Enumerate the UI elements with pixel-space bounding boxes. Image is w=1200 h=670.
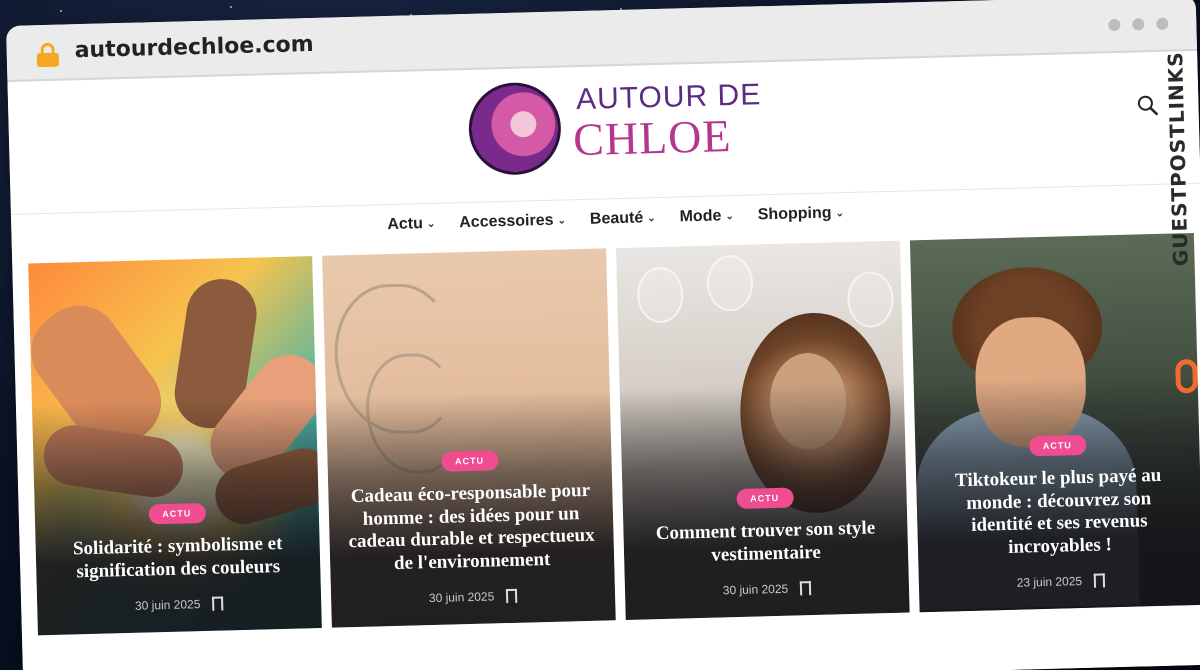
bookmark-icon[interactable] (212, 596, 224, 611)
search-icon[interactable] (1136, 94, 1159, 117)
category-badge[interactable]: ACTU (148, 503, 206, 525)
article-date: 30 juin 2025 (134, 597, 201, 613)
star (60, 10, 62, 12)
nav-item-shopping[interactable]: Shopping ⌄ (758, 204, 845, 224)
website: AUTOUR DE CHLOE Actu ⌄ Accessoires ⌄ Bea… (7, 52, 1200, 670)
article-card[interactable]: ACTU Cadeau éco-responsable pour homme :… (322, 248, 616, 628)
nav-item-mode[interactable]: Mode ⌄ (679, 207, 734, 226)
article-card[interactable]: ACTU Comment trouver son style vestiment… (616, 240, 910, 620)
site-logo[interactable]: AUTOUR DE CHLOE (467, 74, 770, 178)
bookmark-icon[interactable] (506, 588, 518, 604)
article-card[interactable]: ACTU Tiktokeur le plus payé au monde : d… (909, 232, 1200, 613)
article-date: 30 juin 2025 (428, 589, 495, 606)
logo-text-bottom: CHLOE (572, 110, 733, 166)
nav-label: Mode (679, 207, 722, 226)
nav-label: Shopping (757, 204, 832, 224)
bookmark-icon[interactable] (799, 581, 812, 596)
category-badge[interactable]: ACTU (735, 487, 794, 510)
nav-label: Beauté (589, 209, 644, 228)
url-text[interactable]: autourdechloe.com (74, 32, 314, 63)
chevron-down-icon: ⌄ (725, 210, 734, 222)
article-title[interactable]: Cadeau éco-responsable pour homme : des … (346, 480, 596, 578)
nav-item-accessoires[interactable]: Accessoires ⌄ (459, 211, 566, 232)
window-dot[interactable] (1132, 18, 1145, 31)
window-dot[interactable] (1156, 17, 1169, 30)
window-dot[interactable] (1108, 18, 1121, 32)
chevron-down-icon: ⌄ (426, 218, 436, 230)
lock-icon (36, 42, 60, 68)
nav-label: Actu (387, 215, 424, 234)
article-title[interactable]: Solidarité : symbolisme et signification… (53, 533, 302, 585)
link-icon (1175, 358, 1199, 394)
window-controls (1108, 17, 1169, 32)
category-badge[interactable]: ACTU (1028, 434, 1087, 457)
browser-window: autourdechloe.com AUTOUR DE CHLOE Actu ⌄… (6, 0, 1200, 670)
category-badge[interactable]: ACTU (440, 450, 499, 472)
featured-articles: ACTU Solidarité : symbolisme et signific… (28, 232, 1200, 636)
chevron-down-icon: ⌄ (835, 207, 845, 219)
article-date: 30 juin 2025 (722, 581, 789, 598)
chevron-down-icon: ⌄ (557, 214, 567, 227)
nav-item-actu[interactable]: Actu ⌄ (387, 215, 435, 234)
chevron-down-icon: ⌄ (647, 212, 656, 224)
article-title[interactable]: Comment trouver son style vestimentaire (641, 517, 890, 569)
bookmark-icon[interactable] (1093, 573, 1106, 588)
star (230, 6, 232, 8)
article-card[interactable]: ACTU Solidarité : symbolisme et signific… (28, 256, 322, 636)
main-nav: Actu ⌄ Accessoires ⌄ Beauté ⌄ Mode ⌄ Sho… (387, 204, 844, 234)
nav-label: Accessoires (459, 211, 554, 232)
nav-item-beaute[interactable]: Beauté ⌄ (590, 209, 656, 229)
logo-emblem (467, 81, 563, 176)
article-title[interactable]: Tiktokeur le plus payé au monde : découv… (934, 464, 1184, 562)
article-date: 23 juin 2025 (1016, 574, 1083, 590)
